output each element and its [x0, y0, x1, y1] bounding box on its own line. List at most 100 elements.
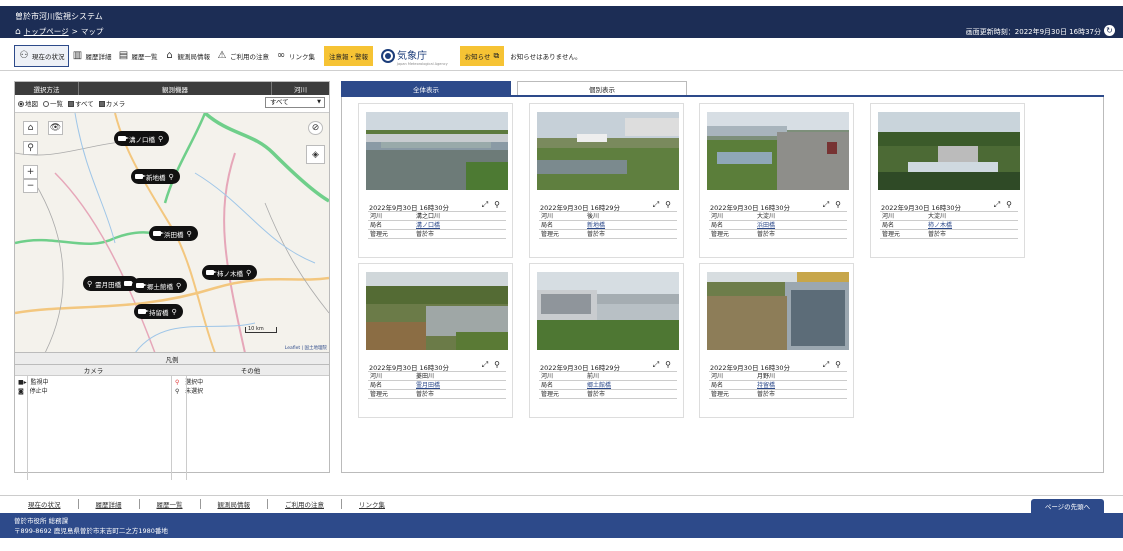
footer-link[interactable]: リンク集 — [342, 499, 402, 509]
footer-link[interactable]: 履歴一覧 — [140, 499, 201, 509]
map-view[interactable]: ⌂ 👁 ⚲ + − ⊘ ◈ 溝ノ口橋 ⚲ 新地橋 ⚲ 浜田橋 ⚲ 柿ノ木橋 ⚲ ⚲ 霊月田… — [15, 112, 329, 352]
footer-link[interactable]: ご利用の注意 — [268, 499, 342, 509]
warning-advisory-button[interactable]: 注意報・警報 — [324, 46, 373, 66]
tab-individual-view[interactable]: 個別表示 — [517, 81, 687, 95]
legend-item: ⚲ 選択中 — [175, 379, 204, 386]
breadcrumb-top-link[interactable]: トップページ — [24, 26, 69, 37]
camera-image[interactable] — [537, 112, 679, 190]
location-pin-icon[interactable]: ⚲ — [494, 360, 500, 370]
footer-link[interactable]: 現在の状況 — [14, 499, 79, 509]
location-pin-icon[interactable]: ⚲ — [665, 200, 671, 210]
nav-label: ご利用の注意 — [230, 53, 269, 61]
checkbox-all[interactable]: すべて — [68, 98, 94, 108]
station-label: 局名 — [370, 222, 383, 229]
expand-icon[interactable]: ⤢ — [653, 200, 659, 210]
camera-icon — [153, 231, 164, 236]
expand-icon[interactable]: ⤢ — [823, 200, 829, 210]
expand-icon[interactable]: ⤢ — [482, 360, 488, 370]
back-to-top-button[interactable]: ページの先頭へ — [1031, 499, 1104, 513]
refresh-icon[interactable]: ↻ — [1104, 25, 1115, 36]
camera-image[interactable] — [878, 112, 1020, 190]
nav-item-history-detail[interactable]: ▥ 履歴詳細 — [69, 45, 115, 67]
chart-icon: ▥ — [72, 50, 83, 61]
camera-image[interactable] — [366, 272, 508, 350]
camera-image[interactable] — [537, 272, 679, 350]
jma-link[interactable]: 気象庁 Japan Meteorological Agency — [373, 47, 456, 66]
footer-link[interactable]: 履歴詳細 — [79, 499, 140, 509]
radio-map[interactable]: 地図 — [18, 98, 38, 108]
admin-value: 曽於市 — [757, 391, 776, 398]
map-marker[interactable]: ⚲ 霊月田橋 — [83, 276, 139, 291]
map-marker[interactable]: 柿ノ木橋 ⚲ — [202, 265, 258, 280]
info-badge[interactable]: お知らせ ⧉ — [459, 46, 505, 66]
map-marker[interactable]: 新地橋 ⚲ — [131, 169, 180, 184]
map-marker[interactable]: 浜田橋 ⚲ — [149, 226, 198, 241]
camera-image[interactable] — [366, 112, 508, 190]
layers-icon[interactable]: ◈ — [306, 145, 325, 164]
hide-icon[interactable]: ⊘ — [308, 121, 323, 135]
camera-card[interactable]: 2022年9月30日 16時30分 ⤢ ⚲ 河川 菱田川 局名 霊月田橋 管理元 曽於市 — [358, 263, 513, 418]
expand-icon[interactable]: ⤢ — [482, 200, 488, 210]
station-link[interactable]: 溝ノ口橋 — [416, 221, 506, 229]
map-scale: 10 km — [245, 327, 277, 333]
river-select[interactable]: すべて — [265, 97, 325, 108]
home-icon: ⌂ — [15, 26, 21, 37]
camera-icon — [138, 309, 149, 314]
admin-value: 曽於市 — [416, 391, 435, 398]
map-marker[interactable]: 溝ノ口橋 ⚲ — [114, 131, 170, 146]
location-pin-icon[interactable]: ⚲ — [835, 200, 841, 210]
location-pin-icon[interactable]: ⚲ — [835, 360, 841, 370]
nav-item-current-status[interactable]: ⚇ 現在の状況 — [14, 45, 69, 67]
station-link[interactable]: 郷土館橋 — [587, 381, 677, 389]
map-attribution[interactable]: Leaflet | 国土地理院 — [285, 345, 327, 351]
camera-card[interactable]: 2022年9月30日 16時30分 ⤢ ⚲ 河川 月野川 局名 持留橋 管理元 曽於市 — [699, 263, 854, 418]
link-icon: ∞ — [276, 50, 286, 61]
right-panel: 全体表示 個別表示 2022年9月30日 16時30分 ⤢ ⚲ 河川 溝之口川 局名 溝ノ口… — [341, 81, 1104, 473]
location-pin-icon[interactable]: ⚲ — [494, 200, 500, 210]
pin-icon: ⚲ — [87, 279, 93, 288]
map-marker[interactable]: 持留橋 ⚲ — [134, 304, 183, 319]
update-time: 画面更新時刻：2022年9月30日 16時37分 — [965, 28, 1101, 36]
camera-image[interactable] — [707, 272, 849, 350]
home-view-button[interactable]: ⌂ — [23, 121, 38, 135]
camera-card[interactable]: 2022年9月30日 16時29分 ⤢ ⚲ 河川 後川 局名 新地橋 管理元 曽於市 — [529, 103, 684, 258]
legend-header: カメラ その他 — [15, 365, 329, 376]
location-pin-icon[interactable]: ⚲ — [1006, 200, 1012, 210]
camera-card[interactable]: 2022年9月30日 16時30分 ⤢ ⚲ 河川 大淀川 局名 柿ノ木橋 管理元 曽於市 — [870, 103, 1025, 258]
nav-item-station-info[interactable]: ⌂ 観測局情報 — [161, 45, 214, 67]
station-link[interactable]: 持留橋 — [757, 381, 847, 389]
admin-label: 管理元 — [711, 391, 730, 398]
locate-pin-button[interactable]: ⚲ — [23, 141, 38, 155]
camera-card[interactable]: 2022年9月30日 16時30分 ⤢ ⚲ 河川 溝之口川 局名 溝ノ口橋 管理元 曽於市 — [358, 103, 513, 258]
admin-label: 管理元 — [541, 231, 560, 238]
pin-icon: ⚲ — [158, 134, 164, 143]
checkbox-camera[interactable]: カメラ — [98, 98, 125, 108]
nav-item-history-list[interactable]: ▤ 履歴一覧 — [115, 45, 161, 67]
nav-item-links[interactable]: ∞ リンク集 — [272, 45, 318, 67]
river-label: 河川 — [370, 373, 383, 380]
station-label: 局名 — [882, 222, 895, 229]
zoom-in-button[interactable]: + — [23, 165, 38, 179]
camera-icon — [118, 136, 129, 141]
tab-all-view[interactable]: 全体表示 — [341, 81, 511, 95]
expand-icon[interactable]: ⤢ — [653, 360, 659, 370]
station-link[interactable]: 浜田橋 — [757, 221, 847, 229]
station-link[interactable]: 柿ノ木橋 — [928, 221, 1018, 229]
map-marker[interactable]: 郷土館橋 ⚲ — [132, 278, 188, 293]
camera-card[interactable]: 2022年9月30日 16時29分 ⤢ ⚲ 河川 前川 局名 郷土館橋 管理元 曽於市 — [529, 263, 684, 418]
eye-icon[interactable]: 👁 — [48, 121, 63, 135]
station-link[interactable]: 新地橋 — [587, 221, 677, 229]
expand-icon[interactable]: ⤢ — [994, 200, 1000, 210]
radio-list[interactable]: 一覧 — [43, 98, 63, 108]
expand-icon[interactable]: ⤢ — [823, 360, 829, 370]
location-pin-icon[interactable]: ⚲ — [665, 360, 671, 370]
camera-image[interactable] — [707, 112, 849, 190]
camera-card[interactable]: 2022年9月30日 16時30分 ⤢ ⚲ 河川 大淀川 局名 浜田橋 管理元 曽於市 — [699, 103, 854, 258]
info-label: お知らせ — [464, 53, 491, 61]
legend-title: 凡例 — [15, 352, 329, 365]
nav-item-usage-notes[interactable]: ⚠ ご利用の注意 — [213, 45, 272, 67]
station-link[interactable]: 霊月田橋 — [416, 381, 506, 389]
footer-link[interactable]: 観測局情報 — [201, 499, 268, 509]
zoom-out-button[interactable]: − — [23, 179, 38, 193]
building-icon: ⌂ — [166, 50, 173, 61]
